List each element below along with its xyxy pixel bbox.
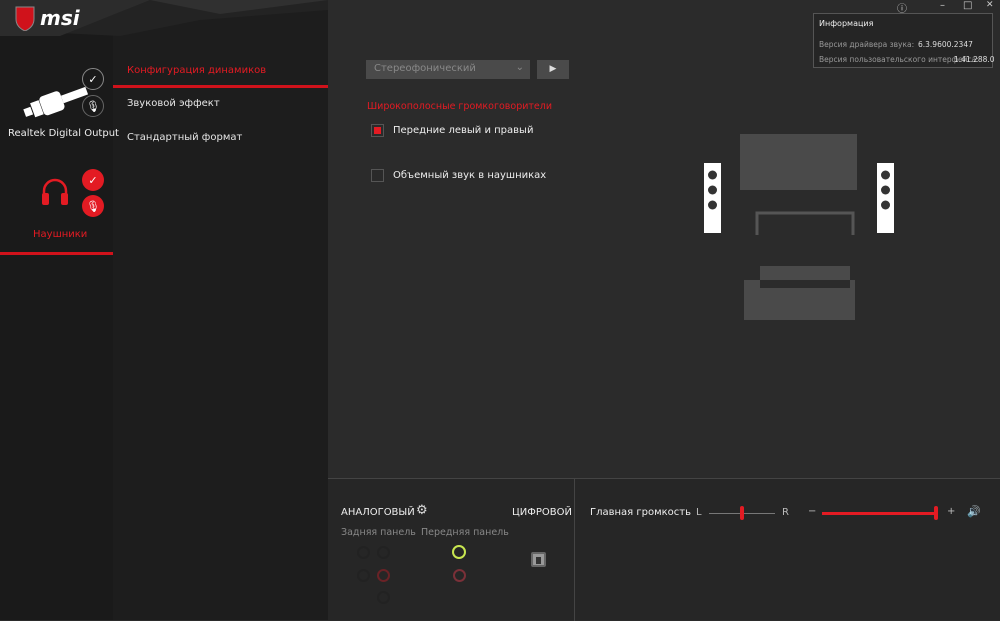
front-lr-label: Передние левый и правый [393,125,534,136]
headphone-surround-checkbox[interactable] [371,169,384,182]
volume-slider-fill [822,512,938,515]
digital-cable-icon [23,86,89,119]
device-label: Наушники [33,229,88,240]
microphone-icon[interactable]: 🎙 [82,195,104,217]
gear-icon[interactable]: ⚙ [416,503,428,518]
driver-version-label: Версия драйвера звука: [819,40,915,49]
rear-jack[interactable] [377,569,390,582]
chevron-down-icon: ⌄ [515,62,524,73]
maximize-button[interactable]: □ [963,0,972,11]
driver-version-value: 6.3.9600.2347 [918,40,973,49]
info-title: Информация [819,19,874,28]
balance-right-label: R [782,507,789,518]
balance-slider-thumb[interactable] [740,506,744,520]
left-speaker-icon[interactable] [704,163,721,233]
volume-slider-thumb[interactable] [934,506,938,520]
front-lr-checkbox[interactable] [371,124,384,137]
right-speaker-icon[interactable] [877,163,894,233]
minimize-button[interactable]: – [940,0,945,11]
stand-shape [755,211,855,235]
speaker-volume-icon[interactable]: 🔊 [967,505,981,518]
rear-jack[interactable] [377,546,390,559]
headphone-surround-label: Объемный звук в наушниках [393,170,547,181]
rear-jack[interactable] [357,569,370,582]
front-headphone-jack[interactable] [452,545,466,559]
device-digital-output[interactable]: ✓ 🎙 Realtek Digital Output [0,60,119,150]
active-device-indicator [0,252,113,255]
device-label: Realtek Digital Output [8,128,119,139]
digital-label: ЦИФРОВОЙ [512,507,572,518]
front-panel-label: Передняя панель [421,527,509,538]
screen-shape [740,134,857,190]
rear-jack[interactable] [377,591,390,604]
nav-sound-effect[interactable]: Звуковой эффект [127,98,220,109]
master-volume-label: Главная громкость [590,507,692,518]
headphones-icon [42,178,68,205]
analog-label: АНАЛОГОВЫЙ [341,507,415,518]
bottom-panel: АНАЛОГОВЫЙ ⚙ ЦИФРОВОЙ Задняя панель Пере… [328,478,1000,621]
volume-plus-button[interactable]: + [947,506,955,517]
ui-version-value: 1.41.288.0 [954,55,995,64]
check-icon[interactable]: ✓ [82,68,104,90]
nav-default-format[interactable]: Стандартный формат [127,132,242,143]
microphone-icon[interactable]: 🎙 [82,95,104,117]
volume-minus-button[interactable]: − [808,506,816,517]
rear-jack[interactable] [357,546,370,559]
svg-text:msi: msi [40,6,81,30]
listener-seat [744,266,855,320]
rear-panel-label: Задняя панель [341,527,416,538]
section-title: Широкополосные громкоговорители [367,101,553,112]
close-button[interactable]: ✕ [986,0,994,10]
msi-logo: msi [12,5,112,34]
nav-panel [113,0,328,620]
play-test-button[interactable]: ▶ [537,60,569,79]
device-headphones[interactable]: ✓ 🎙 Наушники [0,165,113,255]
select-value: Стереофонический [374,63,476,74]
info-panel: Информация Версия драйвера звука: 6.3.96… [813,13,995,68]
front-mic-jack[interactable] [453,569,466,582]
active-nav-indicator [113,85,328,88]
balance-left-label: L [696,507,702,518]
check-icon[interactable]: ✓ [82,169,104,191]
speaker-config-select[interactable]: Стереофонический ⌄ [366,60,530,79]
speaker-diagram [704,134,894,320]
optical-port-icon[interactable] [531,552,546,567]
nav-speaker-config[interactable]: Конфигурация динамиков [127,65,266,76]
